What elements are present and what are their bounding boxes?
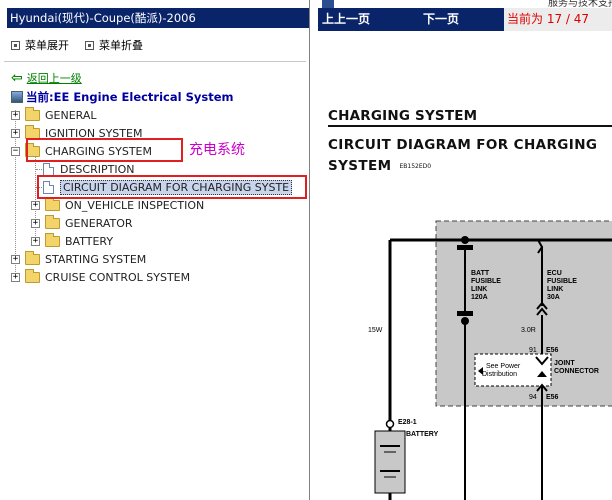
computer-icon <box>11 91 23 103</box>
batt-link-label-4: 120A <box>471 294 488 301</box>
tree-item-label: ON_VEHICLE INSPECTION <box>65 198 205 212</box>
joint-label-2: CONNECTOR <box>554 368 599 375</box>
expand-toggle[interactable]: + <box>11 128 20 138</box>
ecu-link-label-4: 30A <box>547 294 560 301</box>
tree-item-label: GENERAL <box>45 108 97 122</box>
tree-item-label: BATTERY <box>65 234 114 248</box>
folder-icon <box>45 214 60 229</box>
fusible-link-terminal <box>457 311 473 316</box>
ecu-link-label-1: ECU <box>547 270 562 277</box>
folder-icon <box>25 250 40 265</box>
tree-item-label: GENERATOR <box>65 216 133 230</box>
tree-item-label: STARTING SYSTEM <box>45 252 147 266</box>
prev-page-button[interactable]: 上上一页 <box>322 8 370 31</box>
menu-collapse-label: 菜单折叠 <box>99 39 143 52</box>
annotation-label: 充电系统 <box>189 142 245 158</box>
circuit-diagram: BATT FUSIBLE LINK 120A ECU FUSIBLE LINK … <box>368 220 612 500</box>
junction-dot <box>461 236 469 244</box>
batt-link-label-2: FUSIBLE <box>471 278 501 285</box>
wire-label-3-0r: 3.0R <box>521 327 536 334</box>
expand-toggle[interactable]: + <box>31 218 40 228</box>
menu-expand-button[interactable]: 菜单展开 <box>11 37 69 53</box>
collapse-icon <box>85 40 94 50</box>
back-arrow-icon: ⇦ <box>11 70 23 86</box>
folder-icon <box>25 268 40 283</box>
e28-label: E28-1 <box>398 419 417 426</box>
batt-link-label-1: BATT <box>471 270 490 277</box>
tree-item-battery[interactable]: + BATTERY <box>31 232 113 250</box>
top-band-label: 服务与技术支持中心 <box>548 0 612 8</box>
next-page-button[interactable]: 下一页 <box>423 8 459 31</box>
ecu-link-label-2: FUSIBLE <box>547 278 577 285</box>
divider <box>4 61 306 62</box>
band-text-area: 服务与技术支持中心 <box>518 0 612 8</box>
document-panel: 服务与技术支持中心 上上一页 下一页 当前为 17 / 47 CHARGING … <box>318 0 612 500</box>
expand-toggle[interactable]: + <box>11 110 20 120</box>
folder-icon <box>25 106 40 121</box>
folder-icon <box>45 232 60 247</box>
document-page: CHARGING SYSTEM CIRCUIT DIAGRAM FOR CHAR… <box>318 31 612 500</box>
ecu-link-label-3: LINK <box>547 286 563 293</box>
highlight-box-charging <box>26 138 183 162</box>
expand-toggle[interactable]: + <box>31 200 40 210</box>
document-icon <box>43 162 54 176</box>
current-path-label: 当前:EE Engine Electrical System <box>26 90 234 104</box>
battery-label: BATTERY <box>406 431 439 438</box>
fusible-link-terminal <box>457 245 473 250</box>
folder-icon <box>45 196 60 211</box>
menu-bar: 菜单展开 菜单折叠 <box>0 32 310 56</box>
e56-top-label: E56 <box>546 347 559 354</box>
pin-91-label: 91 <box>529 347 537 354</box>
menu-collapse-button[interactable]: 菜单折叠 <box>85 37 143 53</box>
back-link-label: 返回上一级 <box>26 72 82 85</box>
band-block <box>322 0 334 8</box>
tree-item-general[interactable]: + GENERAL <box>11 106 97 124</box>
expand-icon <box>11 40 20 50</box>
tree-item-cruise-control-system[interactable]: + CRUISE CONTROL SYSTEM <box>11 268 190 286</box>
expand-toggle[interactable]: + <box>31 236 40 246</box>
pin-94-label: 94 <box>529 394 537 401</box>
tree-item-label: DESCRIPTION <box>60 162 135 176</box>
e56-bottom-label: E56 <box>546 394 559 401</box>
see-power-label-1: See Power <box>486 363 521 370</box>
top-band: 服务与技术支持中心 <box>318 0 612 8</box>
tree-item-label: CRUISE CONTROL SYSTEM <box>45 270 191 284</box>
current-path: 当前:EE Engine Electrical System <box>11 89 233 105</box>
tree-item-generator[interactable]: + GENERATOR <box>31 214 133 232</box>
battery-symbol <box>374 430 406 494</box>
collapse-toggle[interactable]: − <box>11 146 20 156</box>
expand-toggle[interactable]: + <box>11 272 20 282</box>
terminal-dot <box>385 419 395 429</box>
navigation-panel: Hyundai(现代)-Coupe(酷派)-2006 菜单展开 菜单折叠 ⇦ 返… <box>0 0 310 500</box>
batt-link-label-3: LINK <box>471 286 487 293</box>
tree-item-starting-system[interactable]: + STARTING SYSTEM <box>11 250 146 268</box>
window-title: Hyundai(现代)-Coupe(酷派)-2006 <box>7 8 309 28</box>
folder-icon <box>25 124 40 139</box>
page-nav-bar: 上上一页 下一页 当前为 17 / 47 <box>318 8 612 31</box>
expand-toggle[interactable]: + <box>11 254 20 264</box>
joint-label-1: JOINT <box>554 360 575 367</box>
see-power-label-2: Distribution <box>482 371 517 378</box>
joint-connector-box <box>474 353 552 387</box>
back-link[interactable]: ⇦ 返回上一级 <box>11 70 82 86</box>
wire-label-15w: 15W <box>368 327 383 334</box>
highlight-box-circuit <box>37 175 307 199</box>
page-status: 当前为 17 / 47 <box>504 8 612 31</box>
menu-expand-label: 菜单展开 <box>25 39 69 52</box>
